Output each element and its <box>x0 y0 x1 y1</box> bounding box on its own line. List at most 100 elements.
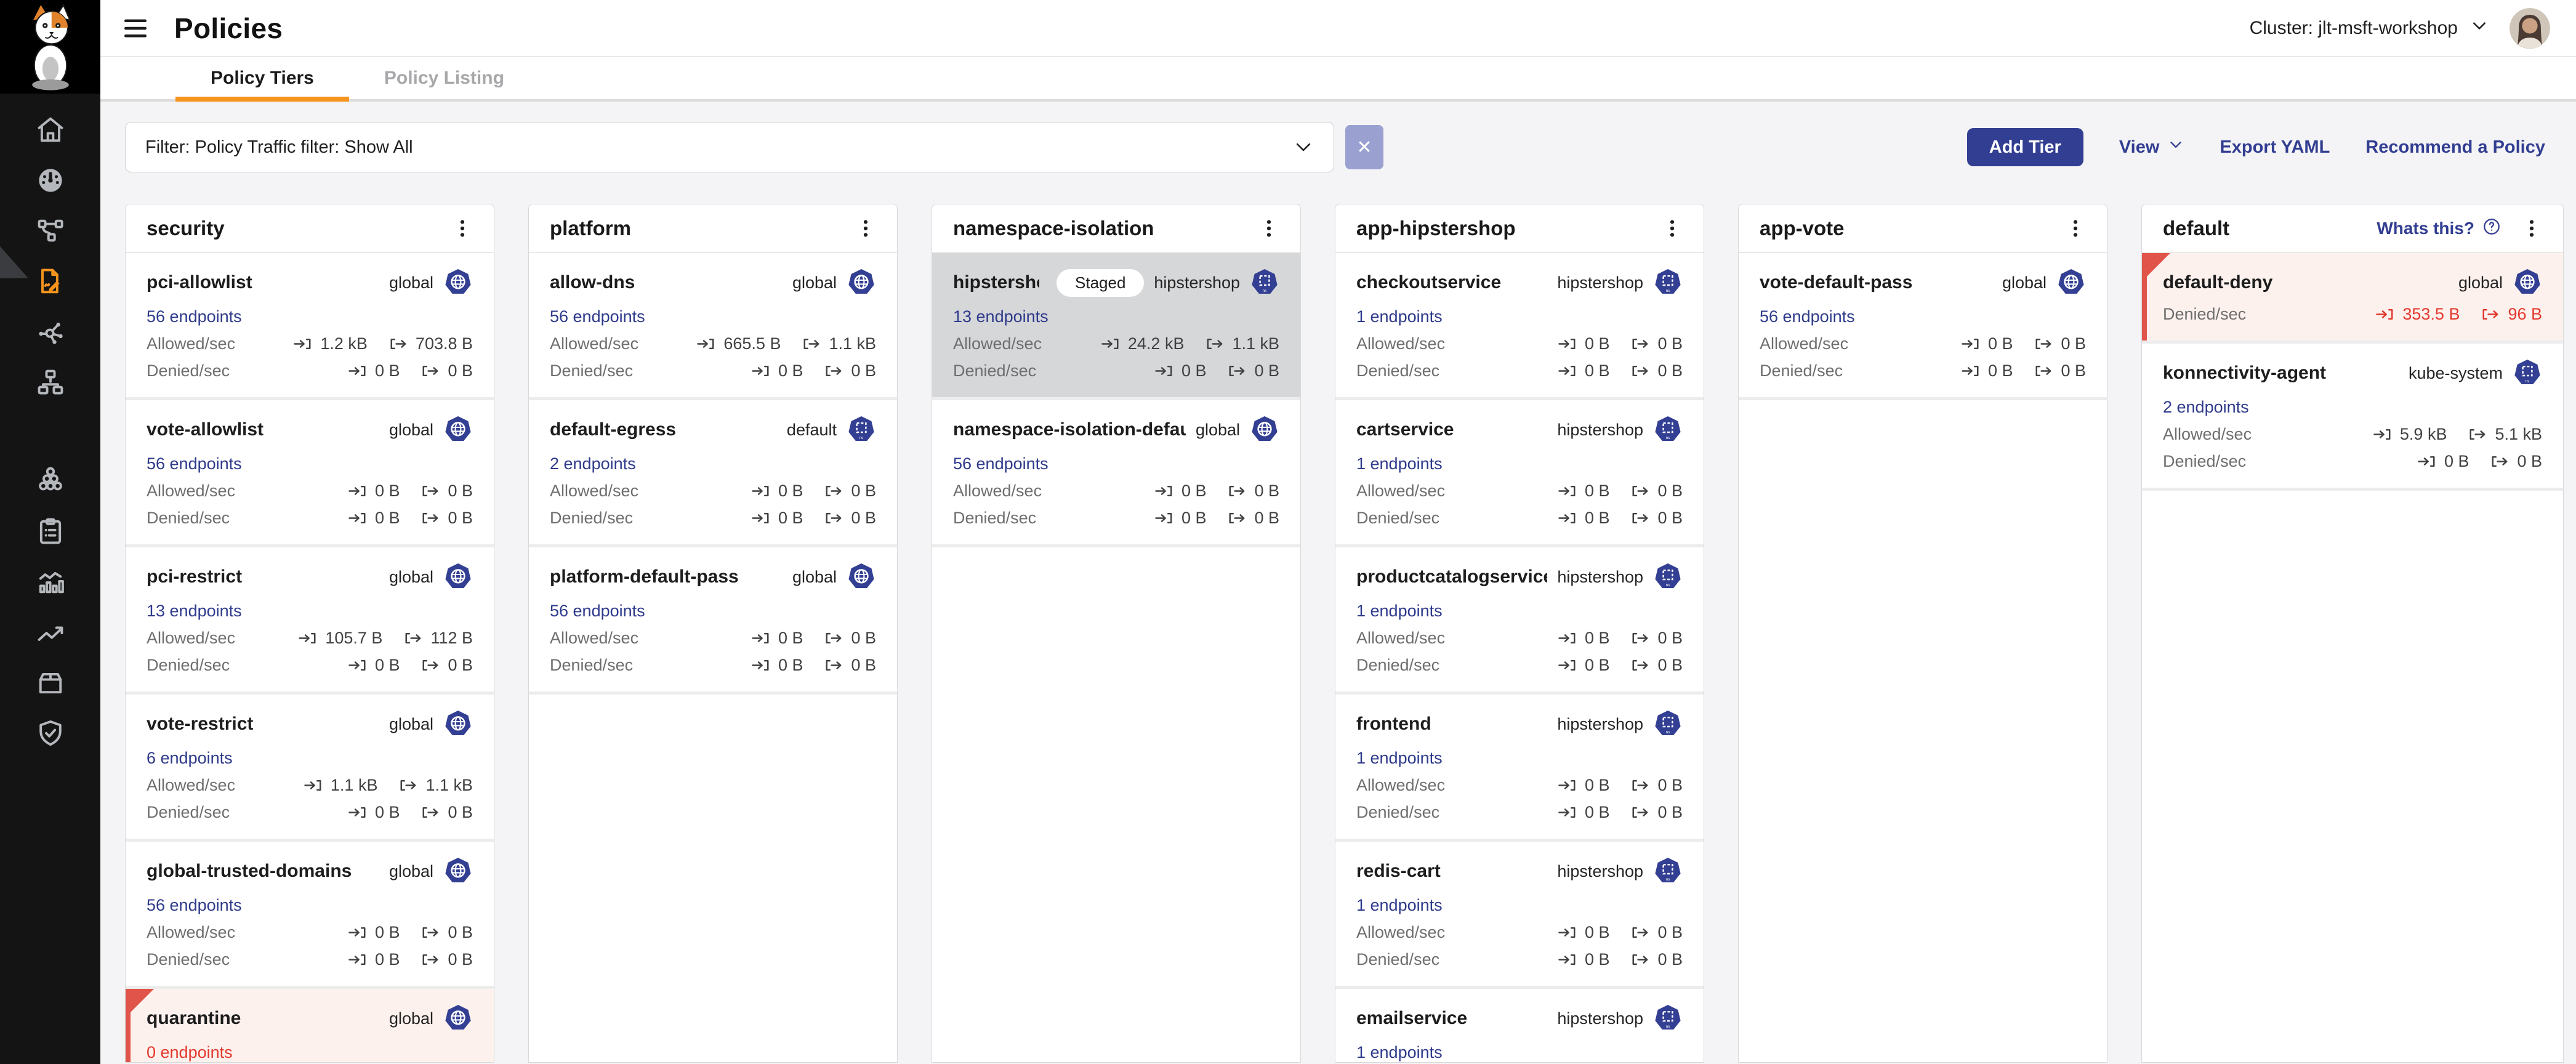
stat-label: Allowed/sec <box>953 334 1042 354</box>
svg-text:ns: ns <box>1263 289 1267 293</box>
stat-row: Allowed/sec0 B0 B <box>1356 628 1683 648</box>
sidebar-item-statistics[interactable] <box>0 557 100 607</box>
endpoints-link[interactable]: 1 endpoints <box>1356 1042 1443 1063</box>
recommend-policy-button[interactable]: Recommend a Policy <box>2365 137 2545 158</box>
policy-card-global-trusted-domains[interactable]: global-trusted-domainsglobal56 endpoints… <box>126 842 494 989</box>
egress-icon <box>1227 363 1247 379</box>
tab-policy-tiers[interactable]: Policy Tiers <box>175 57 349 99</box>
tier-menu-button[interactable] <box>2519 216 2545 241</box>
endpoints-link[interactable]: 1 endpoints <box>1356 453 1443 474</box>
sidebar-item-home[interactable] <box>0 105 100 155</box>
scope-label: global <box>792 568 837 587</box>
endpoints-link[interactable]: 56 endpoints <box>1760 306 1855 327</box>
ingress-icon <box>1961 336 1981 352</box>
stat-label: Allowed/sec <box>953 481 1042 501</box>
sidebar-item-dashboard[interactable] <box>0 155 100 206</box>
policy-card-vote-default-pass[interactable]: vote-default-passglobal56 endpointsAllow… <box>1739 253 2107 400</box>
egress-icon <box>421 483 440 499</box>
tier-menu-button[interactable] <box>2063 216 2088 241</box>
sidebar-item-service-graph[interactable] <box>0 307 100 357</box>
endpoints-link[interactable]: 56 endpoints <box>147 453 242 474</box>
sidebar-item-clusters[interactable] <box>0 456 100 506</box>
namespace-icon: ns <box>1653 268 1683 297</box>
egress-value: 0 B <box>1657 949 1683 970</box>
endpoints-link[interactable]: 56 endpoints <box>550 600 645 621</box>
endpoints-link[interactable]: 1 endpoints <box>1356 306 1443 327</box>
policy-card-pci-allowlist[interactable]: pci-allowlistglobal56 endpointsAllowed/s… <box>126 253 494 400</box>
endpoints-link[interactable]: 1 endpoints <box>1356 895 1443 916</box>
endpoints-link[interactable]: 56 endpoints <box>953 453 1049 474</box>
policy-card-vote-allowlist[interactable]: vote-allowlistglobal56 endpointsAllowed/… <box>126 400 494 547</box>
egress-value: 96 B <box>2508 304 2542 324</box>
policy-card-konnectivity-agent[interactable]: konnectivity-agentkube-systemns2 endpoin… <box>2142 344 2563 491</box>
stat-label: Denied/sec <box>147 655 230 675</box>
trends-icon <box>34 616 66 648</box>
policy-card-platform-default-pass[interactable]: platform-default-passglobal56 endpointsA… <box>529 547 897 695</box>
sidebar-item-endpoints-tree[interactable] <box>0 357 100 408</box>
cluster-selector[interactable]: Cluster: jlt-msft-workshop <box>2250 17 2489 40</box>
policy-card-productcatalogservice[interactable]: productcatalogservicehipstershopns1 endp… <box>1335 547 1704 695</box>
ingress-icon <box>1558 483 1577 499</box>
user-avatar[interactable] <box>2510 8 2550 49</box>
clear-filter-button[interactable]: ✕ <box>1345 125 1383 169</box>
endpoints-link[interactable]: 1 endpoints <box>1356 748 1443 768</box>
policy-card-pci-restrict[interactable]: pci-restrictglobal13 endpointsAllowed/se… <box>126 547 494 695</box>
ingress-value: 0 B <box>1585 334 1610 354</box>
sidebar-nav <box>0 94 100 759</box>
endpoints-link[interactable]: 56 endpoints <box>147 306 242 327</box>
tab-policy-listing[interactable]: Policy Listing <box>349 57 539 99</box>
endpoints-link[interactable]: 6 endpoints <box>147 748 233 768</box>
egress-value: 1.1 kB <box>1232 334 1279 354</box>
policy-scope: hipstershopns <box>1547 268 1683 297</box>
policy-card-allow-dns[interactable]: allow-dnsglobal56 endpointsAllowed/sec66… <box>529 253 897 400</box>
tier-menu-button[interactable] <box>853 216 879 241</box>
namespace-icon: ns <box>847 415 876 445</box>
sidebar-item-packages[interactable] <box>0 658 100 708</box>
sidebar-item-network-topology[interactable] <box>0 206 100 256</box>
sidebar-item-policies[interactable] <box>0 256 100 307</box>
svg-text:ns: ns <box>1666 1025 1670 1029</box>
scope-label: kube-system <box>2409 364 2503 383</box>
sidebar-item-compliance-reports[interactable] <box>0 506 100 557</box>
sidebar-item-shield-check[interactable] <box>0 708 100 759</box>
stat-label: Denied/sec <box>550 361 633 381</box>
tier-menu-button[interactable] <box>1659 216 1685 241</box>
endpoints-link[interactable]: 56 endpoints <box>550 306 645 327</box>
tier-default: defaultWhats this?default-denyglobalDeni… <box>2141 204 2564 1063</box>
stat-label: Allowed/sec <box>550 334 638 354</box>
egress-value: 0 B <box>448 361 473 381</box>
policy-card-vote-restrict[interactable]: vote-restrictglobal6 endpointsAllowed/se… <box>126 695 494 842</box>
policy-filter-dropdown[interactable]: Filter: Policy Traffic filter: Show All <box>125 122 1334 172</box>
policy-card-frontend[interactable]: frontendhipstershopns1 endpointsAllowed/… <box>1335 695 1704 842</box>
endpoints-link[interactable]: 13 endpoints <box>147 600 242 621</box>
policy-card-default-egress[interactable]: default-egressdefaultns2 endpointsAllowe… <box>529 400 897 547</box>
egress-icon <box>824 630 843 647</box>
policy-card-namespace-isolation-default-p[interactable]: namespace-isolation-default-p…global56 e… <box>932 400 1300 547</box>
sidebar-item-trends[interactable] <box>0 607 100 658</box>
tier-menu-button[interactable] <box>449 216 475 241</box>
whats-this-link[interactable]: Whats this? <box>2377 217 2502 241</box>
ingress-value: 0 B <box>375 361 400 381</box>
endpoints-link[interactable]: 0 endpoints <box>147 1042 233 1063</box>
policy-card-cartservice[interactable]: cartservicehipstershopns1 endpointsAllow… <box>1335 400 1704 547</box>
endpoints-link[interactable]: 2 endpoints <box>550 453 636 474</box>
policy-card-redis-cart[interactable]: redis-carthipstershopns1 endpointsAllowe… <box>1335 842 1704 989</box>
export-yaml-button[interactable]: Export YAML <box>2220 137 2330 158</box>
view-button[interactable]: View <box>2119 137 2184 158</box>
ingress-value: 0 B <box>1585 508 1610 528</box>
add-tier-button[interactable]: Add Tier <box>1967 128 2083 166</box>
policy-card-hipstershop-gh[interactable]: hipstershop-gh…Stagedhipstershopns13 end… <box>932 253 1300 400</box>
endpoints-link[interactable]: 13 endpoints <box>953 306 1049 327</box>
policy-card-default-deny[interactable]: default-denyglobalDenied/sec353.5 B96 B <box>2142 253 2563 344</box>
endpoints-link[interactable]: 56 endpoints <box>147 895 242 916</box>
endpoints-link[interactable]: 1 endpoints <box>1356 600 1443 621</box>
policy-card-emailservice[interactable]: emailservicehipstershopns1 endpointsAllo… <box>1335 989 1704 1063</box>
policy-card-checkoutservice[interactable]: checkoutservicehipstershopns1 endpointsA… <box>1335 253 1704 400</box>
tier-menu-button[interactable] <box>1256 216 1282 241</box>
endpoints-link[interactable]: 2 endpoints <box>2163 397 2249 417</box>
namespace-icon: ns <box>1653 856 1683 886</box>
stat-row: Denied/sec0 B0 B <box>147 655 473 675</box>
policy-card-quarantine[interactable]: quarantineglobal0 endpoints <box>126 989 494 1063</box>
hamburger-menu-icon[interactable] <box>121 15 150 41</box>
tier-cards: allow-dnsglobal56 endpointsAllowed/sec66… <box>529 253 897 1062</box>
